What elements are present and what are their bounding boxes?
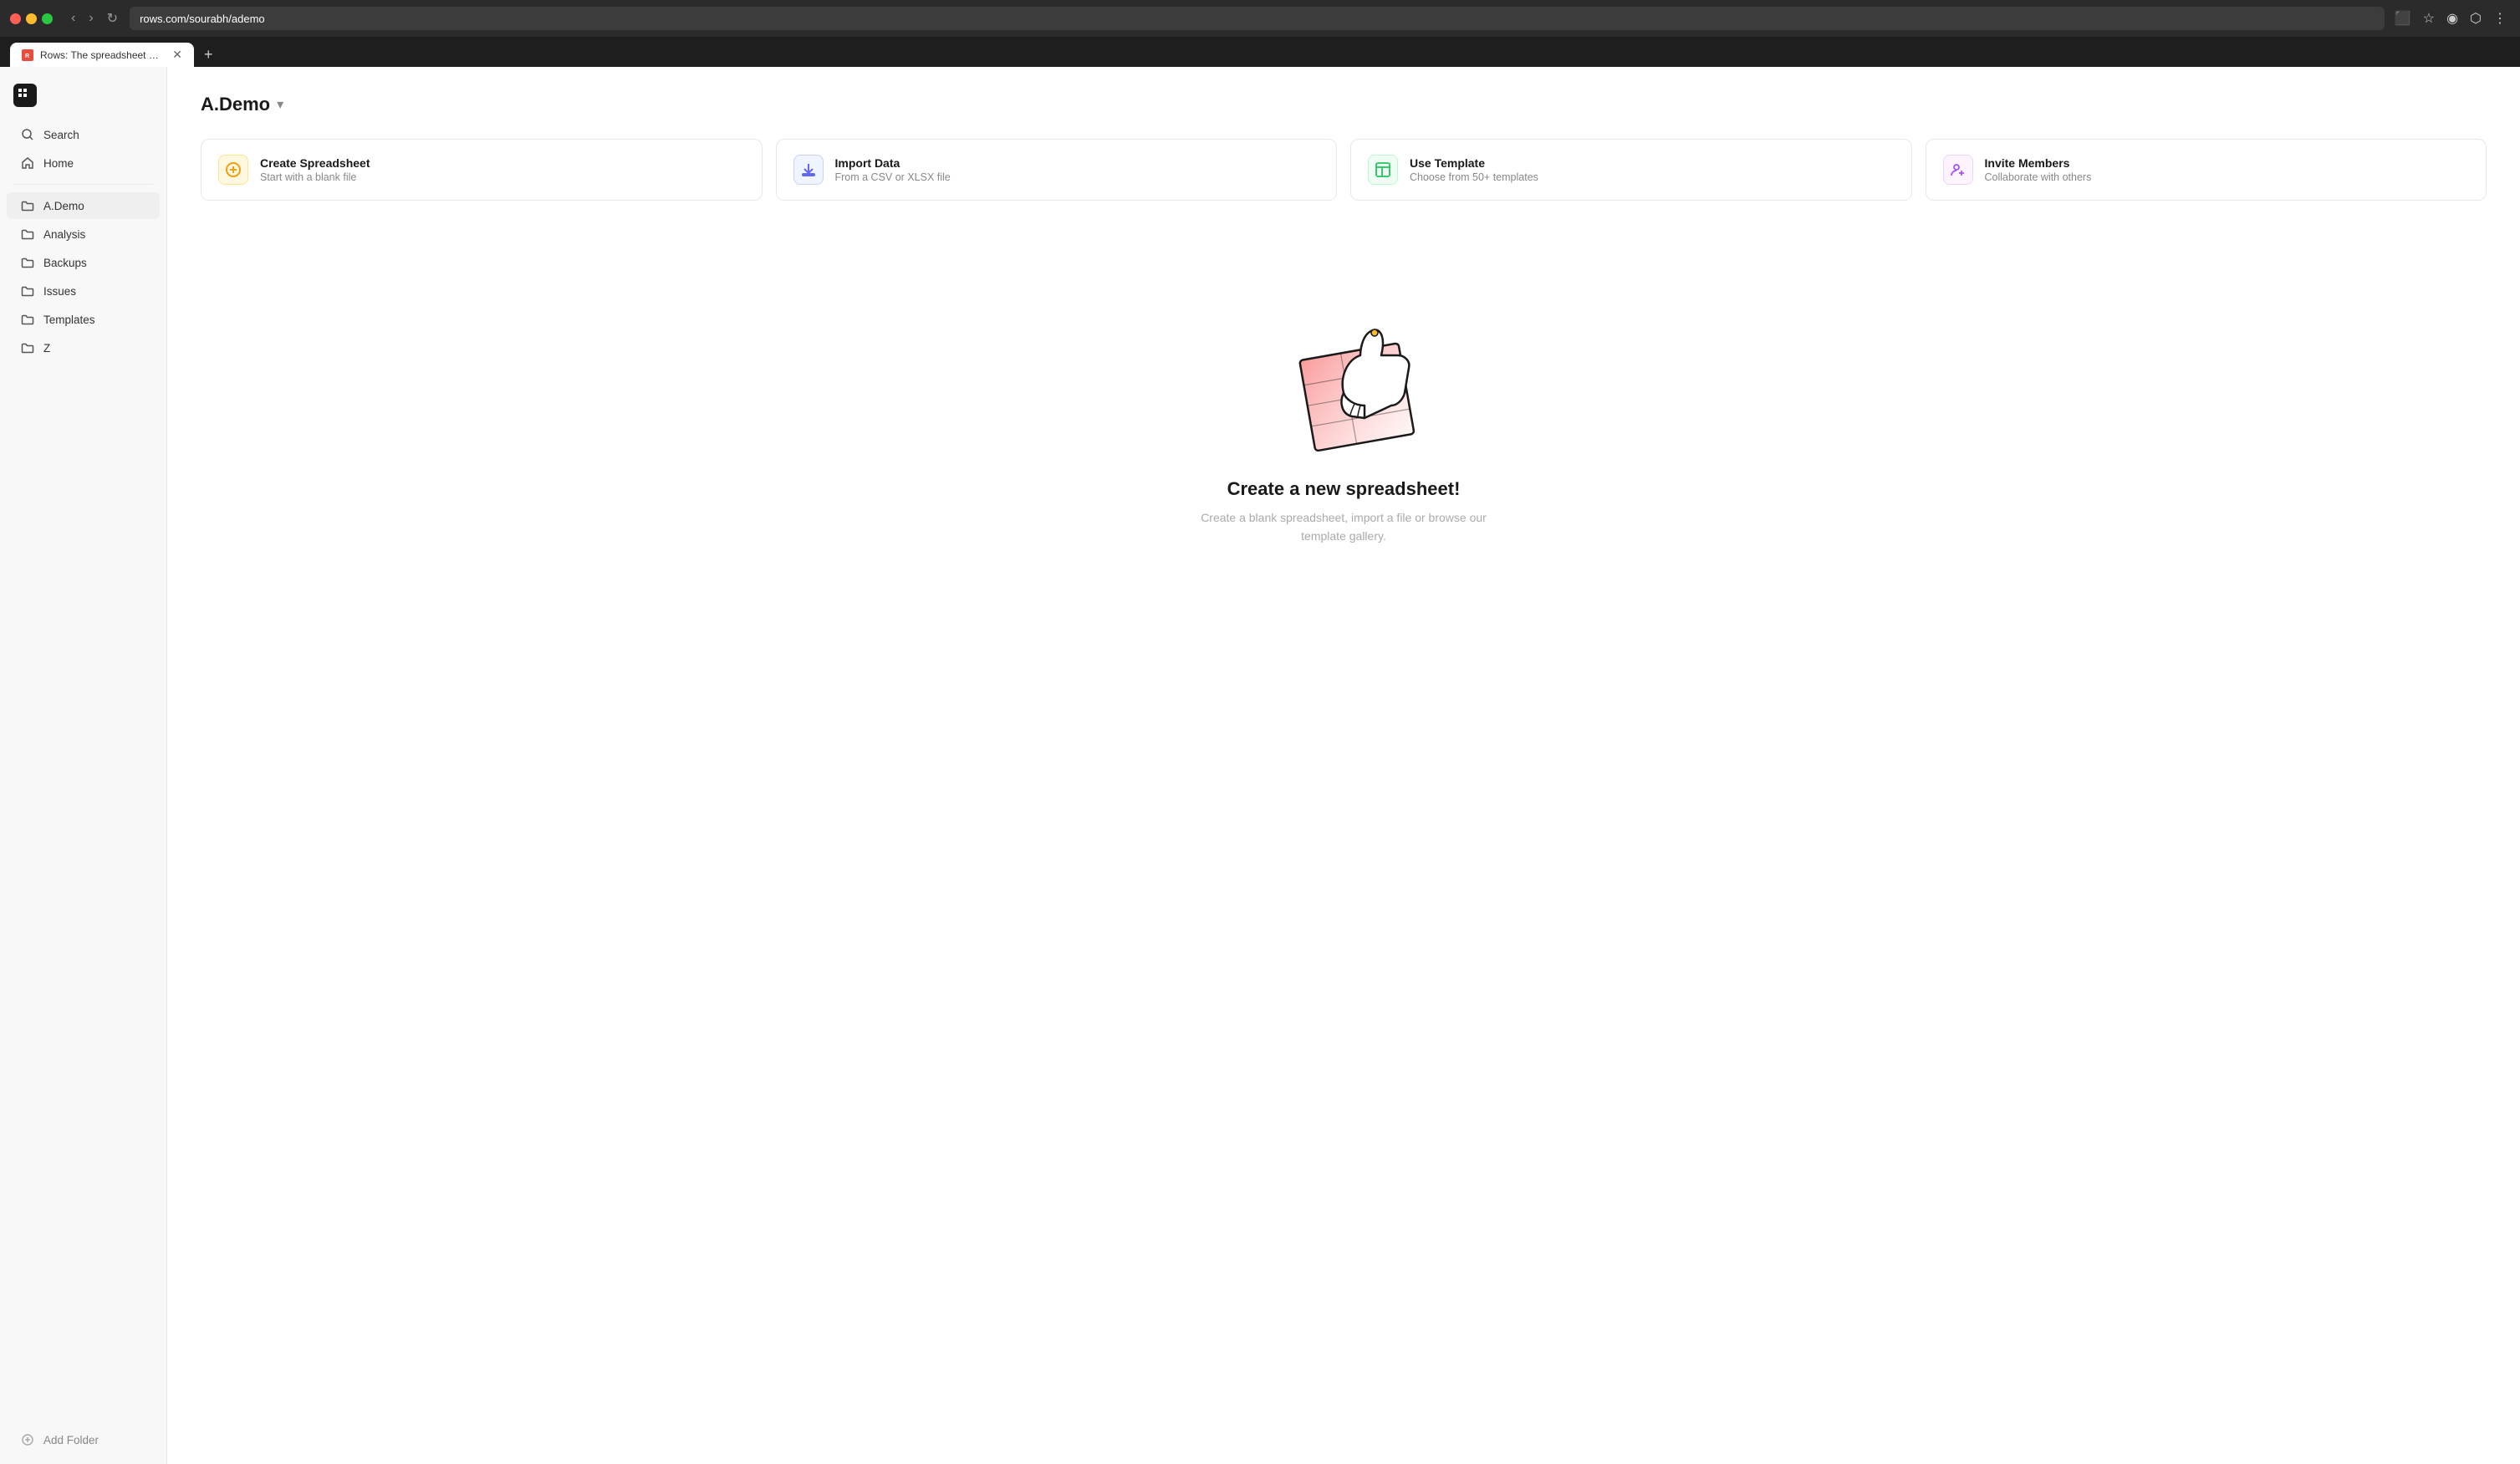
empty-state-subtitle: Create a blank spreadsheet, import a fil…: [1185, 508, 1502, 546]
menu-icon[interactable]: ⋮: [2490, 7, 2510, 30]
workspace-header: A.Demo ▾: [201, 94, 2487, 115]
empty-state-title: Create a new spreadsheet!: [1227, 478, 1461, 500]
traffic-lights: [10, 13, 53, 24]
add-folder-icon: [20, 1432, 35, 1447]
search-icon: [20, 127, 35, 142]
sidebar-item-label-z: Z: [43, 342, 50, 355]
folder-icon-analysis: [20, 227, 35, 242]
import-data-subtitle: From a CSV or XLSX file: [835, 171, 951, 183]
logo-icon: [13, 84, 37, 107]
sidebar-item-label-backups: Backups: [43, 257, 87, 269]
create-spreadsheet-card[interactable]: Create Spreadsheet Start with a blank fi…: [201, 139, 763, 201]
back-button[interactable]: ‹: [66, 8, 80, 29]
sidebar-item-issues[interactable]: Issues: [7, 278, 160, 304]
sidebar-item-backups[interactable]: Backups: [7, 249, 160, 276]
profile-icon[interactable]: ◉: [2443, 7, 2461, 30]
address-bar-container: [130, 7, 2385, 30]
use-template-text: Use Template Choose from 50+ templates: [1410, 156, 1538, 183]
close-button[interactable]: [10, 13, 21, 24]
browser-nav: ‹ › ↻: [66, 7, 123, 30]
import-data-title: Import Data: [835, 156, 951, 170]
folder-icon-ademo: [20, 198, 35, 213]
screen-share-icon[interactable]: ⬛: [2391, 7, 2415, 30]
create-spreadsheet-icon: [218, 155, 248, 185]
address-bar[interactable]: [130, 7, 2385, 30]
active-tab[interactable]: R Rows: The spreadsheet whe... ✕: [10, 43, 194, 67]
sidebar-item-label-search: Search: [43, 129, 79, 141]
workspace-title: A.Demo: [201, 94, 270, 115]
use-template-card[interactable]: Use Template Choose from 50+ templates: [1350, 139, 1912, 201]
import-data-icon: [793, 155, 824, 185]
sidebar-item-label-issues: Issues: [43, 285, 76, 298]
sidebar-divider: [13, 184, 153, 185]
use-template-title: Use Template: [1410, 156, 1538, 170]
sidebar-item-label-ademo: A.Demo: [43, 200, 84, 212]
maximize-button[interactable]: [42, 13, 53, 24]
action-cards-container: Create Spreadsheet Start with a blank fi…: [201, 139, 2487, 201]
use-template-icon: [1368, 155, 1398, 185]
use-template-subtitle: Choose from 50+ templates: [1410, 171, 1538, 183]
sidebar-item-label-home: Home: [43, 157, 74, 170]
tab-close-button[interactable]: ✕: [172, 48, 182, 62]
browser-chrome: ‹ › ↻ ⬛ ☆ ◉ ⬡ ⋮: [0, 0, 2520, 37]
folder-icon-templates: [20, 312, 35, 327]
extension-icon[interactable]: ⬡: [2466, 7, 2485, 30]
folder-icon-issues: [20, 283, 35, 298]
empty-state: Create a new spreadsheet! Create a blank…: [201, 234, 2487, 596]
create-spreadsheet-subtitle: Start with a blank file: [260, 171, 370, 183]
empty-state-illustration: [1239, 284, 1448, 451]
folder-icon-backups: [20, 255, 35, 270]
refresh-button[interactable]: ↻: [102, 7, 123, 30]
browser-actions: ⬛ ☆ ◉ ⬡ ⋮: [2391, 7, 2510, 30]
add-folder-label: Add Folder: [43, 1434, 99, 1446]
invite-members-subtitle: Collaborate with others: [1985, 171, 2092, 183]
import-data-card[interactable]: Import Data From a CSV or XLSX file: [776, 139, 1338, 201]
home-icon: [20, 156, 35, 171]
invite-members-card[interactable]: Invite Members Collaborate with others: [1926, 139, 2487, 201]
create-spreadsheet-title: Create Spreadsheet: [260, 156, 370, 170]
invite-members-text: Invite Members Collaborate with others: [1985, 156, 2092, 183]
app-container: Search Home A.Demo: [0, 67, 2520, 1464]
sidebar-item-label-analysis: Analysis: [43, 228, 85, 241]
svg-text:R: R: [25, 54, 29, 59]
tab-bar: R Rows: The spreadsheet whe... ✕ +: [0, 37, 2520, 67]
sidebar-logo: [0, 77, 166, 120]
new-tab-button[interactable]: +: [197, 43, 220, 67]
minimize-button[interactable]: [26, 13, 37, 24]
sidebar-item-analysis[interactable]: Analysis: [7, 221, 160, 247]
add-folder-button[interactable]: Add Folder: [7, 1426, 160, 1453]
import-data-text: Import Data From a CSV or XLSX file: [835, 156, 951, 183]
invite-members-title: Invite Members: [1985, 156, 2092, 170]
folder-icon-z: [20, 340, 35, 355]
workspace-dropdown-icon[interactable]: ▾: [277, 96, 283, 113]
sidebar-item-templates[interactable]: Templates: [7, 306, 160, 333]
sidebar-item-search[interactable]: Search: [7, 121, 160, 148]
tab-favicon: R: [22, 49, 33, 61]
sidebar-item-z[interactable]: Z: [7, 334, 160, 361]
sidebar-item-ademo[interactable]: A.Demo: [7, 192, 160, 219]
bookmark-icon[interactable]: ☆: [2420, 7, 2438, 30]
create-spreadsheet-text: Create Spreadsheet Start with a blank fi…: [260, 156, 370, 183]
sidebar: Search Home A.Demo: [0, 67, 167, 1464]
main-content: A.Demo ▾ Create Spreadsheet Start with a…: [167, 67, 2520, 1464]
invite-members-icon: [1943, 155, 1973, 185]
forward-button[interactable]: ›: [84, 8, 98, 29]
sidebar-item-home[interactable]: Home: [7, 150, 160, 176]
sidebar-item-label-templates: Templates: [43, 314, 95, 326]
tab-title: Rows: The spreadsheet whe...: [40, 49, 166, 61]
